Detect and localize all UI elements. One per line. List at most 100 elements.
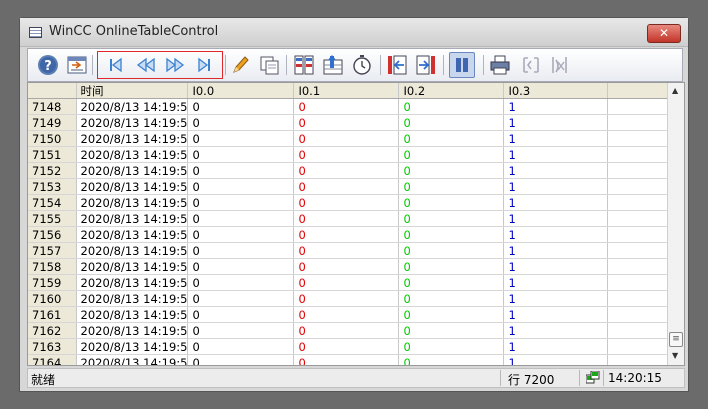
header-time[interactable]: 时间 <box>76 83 189 99</box>
value-cell-i00[interactable]: 0 <box>187 242 295 259</box>
print-icon[interactable] <box>488 53 512 77</box>
value-cell-i02[interactable]: 0 <box>398 98 505 115</box>
value-cell-i00[interactable]: 0 <box>187 306 295 323</box>
value-cell-i00[interactable]: 0 <box>187 146 295 163</box>
row-number-cell[interactable]: 7164 <box>28 354 77 365</box>
value-cell-i01[interactable]: 0 <box>293 226 400 243</box>
value-cell-i00[interactable]: 0 <box>187 114 295 131</box>
row-number-cell[interactable]: 7148 <box>28 98 77 115</box>
value-cell-i01[interactable]: 0 <box>293 322 400 339</box>
scroll-up-icon[interactable]: ▲ <box>672 86 678 95</box>
row-number-cell[interactable]: 7156 <box>28 226 77 243</box>
table-row[interactable]: 7150 2020/8/13 14:19:5 0 0 0 1 <box>28 130 676 147</box>
statistics-icon[interactable] <box>548 53 572 77</box>
table-row[interactable]: 7157 2020/8/13 14:19:5 0 0 0 1 <box>28 242 676 259</box>
table-row[interactable]: 7155 2020/8/13 14:19:5 0 0 0 1 <box>28 210 676 227</box>
table-row[interactable]: 7161 2020/8/13 14:19:5 0 0 0 1 <box>28 306 676 323</box>
help-icon[interactable]: ? <box>36 53 60 77</box>
row-number-cell[interactable]: 7159 <box>28 274 77 291</box>
close-button[interactable]: ✕ <box>647 24 681 43</box>
value-cell-i00[interactable]: 0 <box>187 178 295 195</box>
value-cell-i00[interactable]: 0 <box>187 98 295 115</box>
table-row[interactable]: 7163 2020/8/13 14:19:5 0 0 0 1 <box>28 338 676 355</box>
value-cell-i02[interactable]: 0 <box>398 178 505 195</box>
value-cell-i00[interactable]: 0 <box>187 162 295 179</box>
value-cell-i00[interactable]: 0 <box>187 258 295 275</box>
table-row[interactable]: 7152 2020/8/13 14:19:5 0 0 0 1 <box>28 162 676 179</box>
select-columns-icon[interactable] <box>292 53 316 77</box>
value-cell-i01[interactable]: 0 <box>293 178 400 195</box>
header-empty[interactable] <box>607 83 676 99</box>
time-cell[interactable]: 2020/8/13 14:19:5 <box>76 210 189 227</box>
previous-column-icon[interactable] <box>385 53 409 77</box>
first-icon[interactable] <box>104 53 128 77</box>
next-icon[interactable] <box>163 53 187 77</box>
value-cell-i02[interactable]: 0 <box>398 322 505 339</box>
value-cell-i01[interactable]: 0 <box>293 130 400 147</box>
value-cell-i02[interactable]: 0 <box>398 274 505 291</box>
table-row[interactable]: 7164 2020/8/13 14:19:5 0 0 0 1 <box>28 354 676 365</box>
time-cell[interactable]: 2020/8/13 14:19:5 <box>76 306 189 323</box>
table-row[interactable]: 7158 2020/8/13 14:19:5 0 0 0 1 <box>28 258 676 275</box>
value-cell-i03[interactable]: 1 <box>503 322 609 339</box>
value-cell-i03[interactable]: 1 <box>503 210 609 227</box>
time-cell[interactable]: 2020/8/13 14:19:5 <box>76 194 189 211</box>
value-cell-i01[interactable]: 0 <box>293 194 400 211</box>
time-range-icon[interactable] <box>350 53 374 77</box>
time-cell[interactable]: 2020/8/13 14:19:5 <box>76 258 189 275</box>
table-row[interactable]: 7159 2020/8/13 14:19:5 0 0 0 1 <box>28 274 676 291</box>
value-cell-i01[interactable]: 0 <box>293 98 400 115</box>
value-cell-i01[interactable]: 0 <box>293 114 400 131</box>
value-cell-i03[interactable]: 1 <box>503 338 609 355</box>
row-number-cell[interactable]: 7162 <box>28 322 77 339</box>
value-cell-i02[interactable]: 0 <box>398 306 505 323</box>
value-cell-i01[interactable]: 0 <box>293 354 400 365</box>
scroll-thumb[interactable]: ≡ <box>669 332 683 347</box>
vertical-scrollbar[interactable]: ▲ ≡ ▼ <box>667 83 684 365</box>
ruler-icon[interactable] <box>519 53 543 77</box>
value-cell-i03[interactable]: 1 <box>503 178 609 195</box>
time-cell[interactable]: 2020/8/13 14:19:5 <box>76 178 189 195</box>
value-cell-i00[interactable]: 0 <box>187 194 295 211</box>
edit-icon[interactable] <box>228 53 252 77</box>
value-cell-i02[interactable]: 0 <box>398 194 505 211</box>
table-row[interactable]: 7151 2020/8/13 14:19:5 0 0 0 1 <box>28 146 676 163</box>
time-cell[interactable]: 2020/8/13 14:19:5 <box>76 162 189 179</box>
value-cell-i02[interactable]: 0 <box>398 338 505 355</box>
value-cell-i02[interactable]: 0 <box>398 258 505 275</box>
value-cell-i01[interactable]: 0 <box>293 258 400 275</box>
row-number-cell[interactable]: 7153 <box>28 178 77 195</box>
table-row[interactable]: 7153 2020/8/13 14:19:5 0 0 0 1 <box>28 178 676 195</box>
row-number-cell[interactable]: 7154 <box>28 194 77 211</box>
time-cell[interactable]: 2020/8/13 14:19:5 <box>76 290 189 307</box>
pause-icon[interactable] <box>449 52 475 78</box>
value-cell-i01[interactable]: 0 <box>293 290 400 307</box>
value-cell-i02[interactable]: 0 <box>398 290 505 307</box>
row-number-cell[interactable]: 7160 <box>28 290 77 307</box>
time-cell[interactable]: 2020/8/13 14:19:5 <box>76 354 189 365</box>
time-cell[interactable]: 2020/8/13 14:19:5 <box>76 274 189 291</box>
value-cell-i03[interactable]: 1 <box>503 354 609 365</box>
header-i03[interactable]: I0.3 <box>503 83 609 99</box>
time-cell[interactable]: 2020/8/13 14:19:5 <box>76 322 189 339</box>
title-bar[interactable]: WinCC OnlineTableControl ✕ <box>20 18 688 47</box>
table-row[interactable]: 7160 2020/8/13 14:19:5 0 0 0 1 <box>28 290 676 307</box>
header-row-number[interactable] <box>28 83 77 99</box>
time-cell[interactable]: 2020/8/13 14:19:5 <box>76 338 189 355</box>
last-icon[interactable] <box>192 53 216 77</box>
value-cell-i03[interactable]: 1 <box>503 194 609 211</box>
value-cell-i00[interactable]: 0 <box>187 210 295 227</box>
value-cell-i03[interactable]: 1 <box>503 258 609 275</box>
time-cell[interactable]: 2020/8/13 14:19:5 <box>76 98 189 115</box>
value-cell-i02[interactable]: 0 <box>398 130 505 147</box>
config-icon[interactable] <box>65 53 89 77</box>
scroll-down-icon[interactable]: ▼ <box>672 351 678 360</box>
value-cell-i01[interactable]: 0 <box>293 306 400 323</box>
row-number-cell[interactable]: 7152 <box>28 162 77 179</box>
value-cell-i02[interactable]: 0 <box>398 354 505 365</box>
value-cell-i01[interactable]: 0 <box>293 242 400 259</box>
row-number-cell[interactable]: 7155 <box>28 210 77 227</box>
select-data-icon[interactable] <box>321 53 345 77</box>
value-cell-i03[interactable]: 1 <box>503 114 609 131</box>
value-cell-i03[interactable]: 1 <box>503 162 609 179</box>
